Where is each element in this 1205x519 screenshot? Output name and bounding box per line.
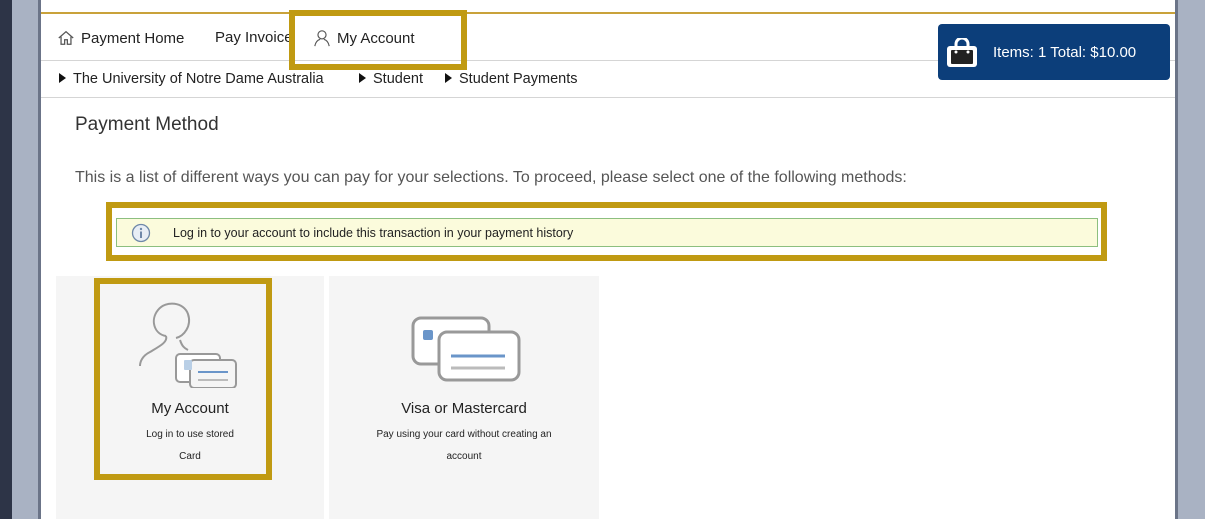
window-frame-left-shadow [0, 0, 12, 519]
account-card-icon [139, 302, 237, 388]
breadcrumb-student[interactable]: Student [359, 71, 423, 87]
info-banner: Log in to your account to include this t… [116, 218, 1098, 247]
nav-pay-invoice[interactable]: Pay Invoice [215, 29, 289, 46]
method-visa-title: Visa or Mastercard [401, 400, 527, 417]
breadcrumb-university[interactable]: The University of Notre Dame Australia [59, 71, 324, 87]
breadcrumb-student-payments[interactable]: Student Payments [445, 71, 578, 87]
nav-payment-home[interactable]: Payment Home [57, 29, 184, 47]
intro-text: This is a list of different ways you can… [75, 169, 907, 186]
nav-pay-label: Pay Invoice [215, 29, 289, 46]
info-icon [131, 223, 151, 243]
user-icon [314, 30, 330, 47]
nav-home-label: Payment Home [81, 29, 185, 47]
method-my-account-title: My Account [151, 400, 229, 417]
breadcrumb: The University of Notre Dame Australia S… [41, 62, 1175, 98]
method-my-account-subtitle-1: Log in to use stored [146, 429, 234, 440]
window-frame-right-edge [1175, 0, 1178, 519]
method-visa-subtitle-1: Pay using your card without creating an [376, 429, 552, 440]
method-visa-subtitle-2: account [446, 451, 482, 462]
info-text: Log in to your account to include this t… [173, 226, 574, 240]
cart-label: Items: 1 Total: $10.00 [993, 44, 1137, 61]
window-frame-right [1175, 0, 1205, 519]
method-my-account-subtitle-2: Card [179, 451, 201, 462]
home-icon [58, 30, 74, 45]
method-visa-mastercard[interactable]: Visa or Mastercard Pay using your card w… [329, 276, 599, 519]
method-my-account[interactable]: My Account Log in to use stored Card [56, 276, 324, 519]
nav-account-label: My Account [337, 29, 415, 47]
credit-card-icon [411, 316, 521, 382]
page-title: Payment Method [75, 114, 219, 135]
nav-my-account[interactable]: My Account [313, 29, 415, 47]
window-frame-top [41, 0, 1175, 14]
